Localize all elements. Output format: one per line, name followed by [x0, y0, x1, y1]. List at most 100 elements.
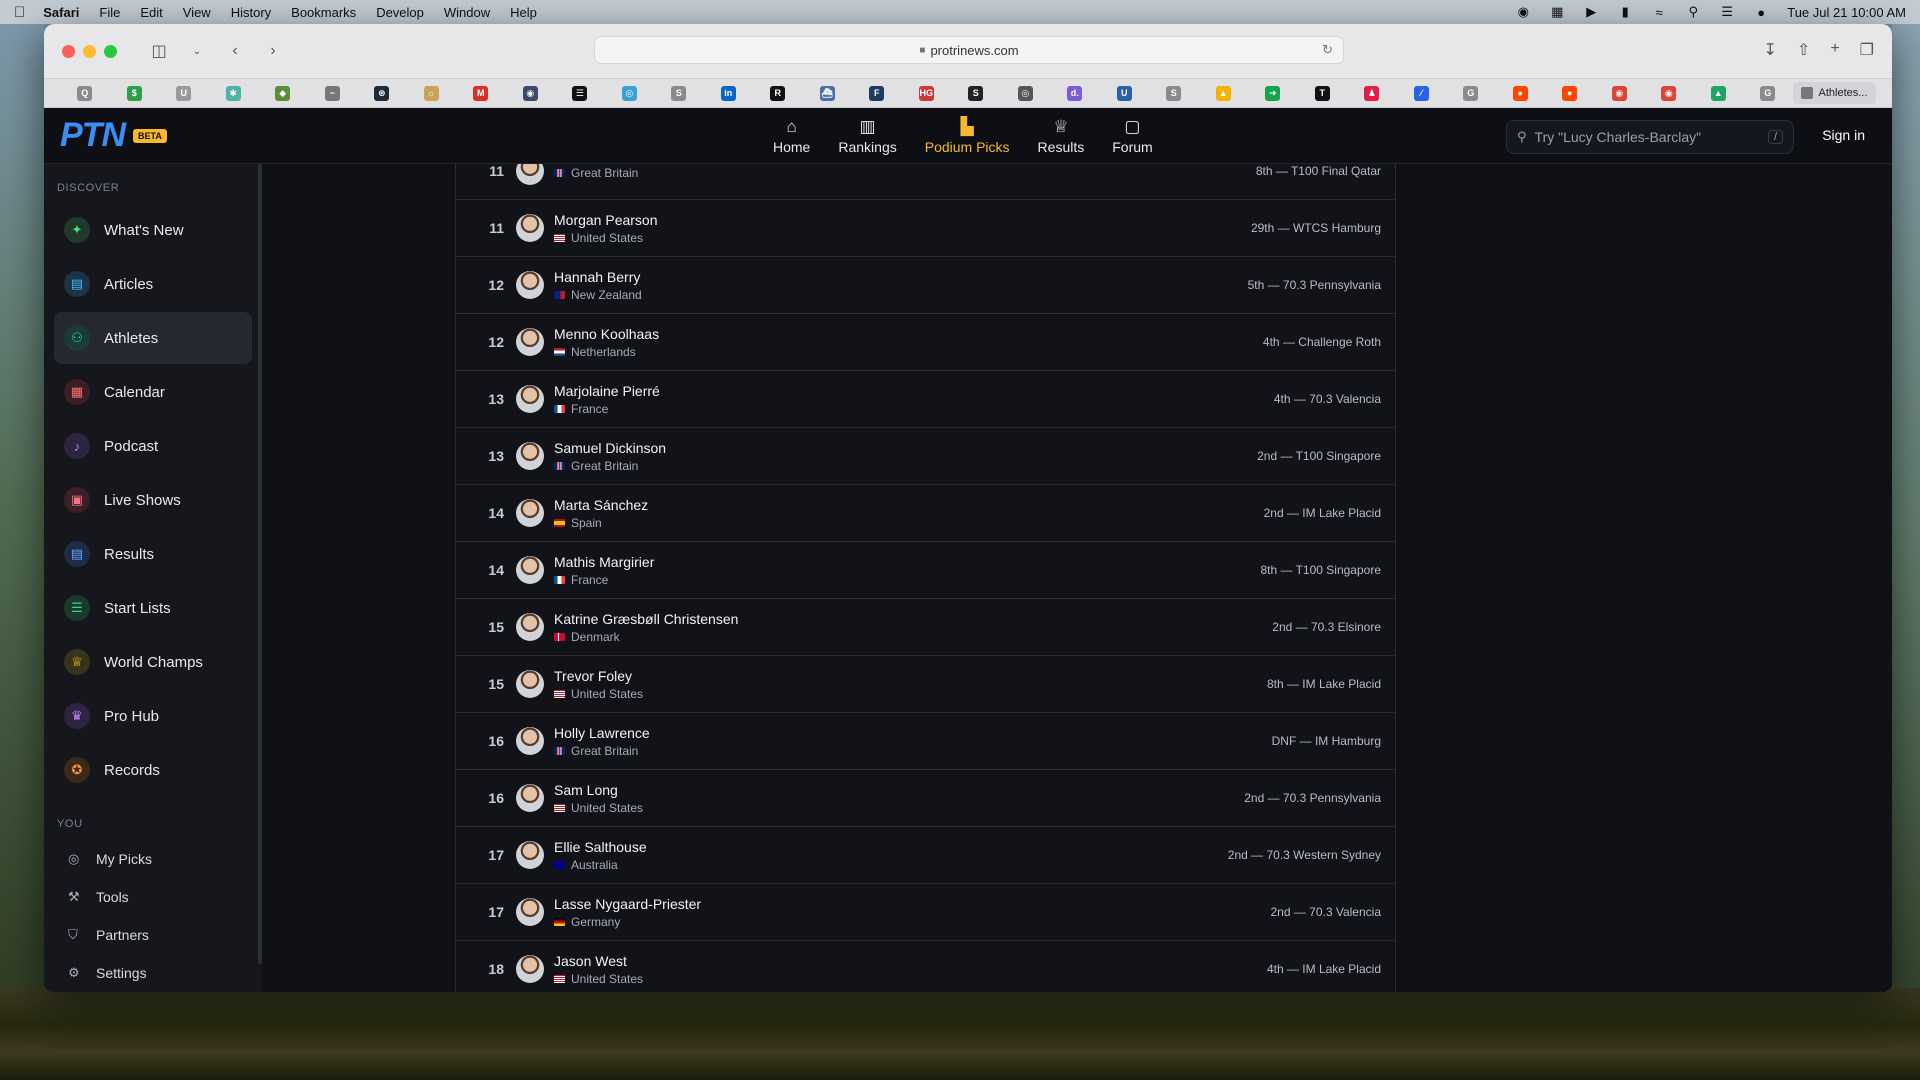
- favorite-item[interactable]: ⁄: [1397, 79, 1447, 108]
- table-row[interactable]: 13 Samuel Dickinson Great Britain 2nd — T10…: [456, 428, 1395, 485]
- battery-icon[interactable]: ▮: [1617, 4, 1633, 19]
- favorite-item[interactable]: ◆: [258, 79, 308, 108]
- table-row[interactable]: 17 Lasse Nygaard-Priester Germany 2nd — 70.…: [456, 884, 1395, 941]
- menu-view[interactable]: View: [183, 5, 211, 20]
- table-row[interactable]: 14 Marta Sánchez Spain 2nd — IM Lake Placid: [456, 485, 1395, 542]
- play-icon[interactable]: ▶: [1583, 4, 1599, 19]
- athlete-name[interactable]: Katrine Græsbøll Christensen: [554, 611, 738, 627]
- favorite-item[interactable]: $: [110, 79, 160, 108]
- address-bar[interactable]: ■ protrinews.com ↻: [594, 36, 1344, 64]
- back-icon[interactable]: ‹: [221, 42, 249, 60]
- new-tab-icon[interactable]: +: [1830, 40, 1839, 60]
- sidebar-item-my-picks[interactable]: ◎ My Picks: [54, 840, 252, 878]
- table-row[interactable]: 11 Morgan Pearson United States 29th — WTCS…: [456, 200, 1395, 257]
- nav-results[interactable]: ♕ Results: [1024, 108, 1099, 164]
- table-row[interactable]: 15 Katrine Græsbøll Christensen Denmark 2nd…: [456, 599, 1395, 656]
- favorite-item[interactable]: ◉: [506, 79, 556, 108]
- menu-edit[interactable]: Edit: [140, 5, 162, 20]
- athlete-name[interactable]: Menno Koolhaas: [554, 326, 659, 342]
- sidebar-item-athletes[interactable]: ⚇ Athletes: [54, 312, 252, 364]
- nav-forum[interactable]: ▢ Forum: [1098, 108, 1166, 164]
- sidebar-item-tools[interactable]: ⚒ Tools: [54, 878, 252, 916]
- favorite-item[interactable]: U: [159, 79, 209, 108]
- favorite-item[interactable]: F: [852, 79, 902, 108]
- favorite-item[interactable]: ➜: [1248, 79, 1298, 108]
- athlete-name[interactable]: Ellie Salthouse: [554, 839, 647, 855]
- favorite-item[interactable]: S: [951, 79, 1001, 108]
- athlete-name[interactable]: Trevor Foley: [554, 668, 643, 684]
- creative-cloud-icon[interactable]: ◉: [1515, 4, 1531, 19]
- tab-athletes[interactable]: Athletes...: [1792, 82, 1876, 104]
- chevron-down-icon[interactable]: ⌄: [183, 46, 211, 57]
- sidebar-item-pro-hub[interactable]: ♛ Pro Hub: [54, 690, 252, 742]
- athlete-name[interactable]: Jason West: [554, 953, 643, 969]
- favorite-item[interactable]: −: [308, 79, 358, 108]
- favorite-item[interactable]: T: [1298, 79, 1348, 108]
- nav-home[interactable]: ⌂ Home: [759, 108, 824, 164]
- minimize-window-button[interactable]: [83, 44, 96, 58]
- share-icon[interactable]: ⇧: [1797, 40, 1810, 60]
- favorite-item[interactable]: HG: [902, 79, 952, 108]
- apple-icon[interactable]: : [14, 4, 25, 21]
- sidebar-item-start-lists[interactable]: ☰ Start Lists: [54, 582, 252, 634]
- favorite-item[interactable]: R: [753, 79, 803, 108]
- favorite-item[interactable]: ⊛: [357, 79, 407, 108]
- athlete-name[interactable]: Mathis Margirier: [554, 554, 654, 570]
- sidebar-item-partners[interactable]: ⛉ Partners: [54, 916, 252, 954]
- sidebar-item-settings[interactable]: ⚙ Settings: [54, 954, 252, 992]
- spotlight-search-icon[interactable]: ⚲: [1685, 4, 1701, 19]
- table-row[interactable]: 12 Menno Koolhaas Netherlands 4th — Challen…: [456, 314, 1395, 371]
- nav-podium-picks[interactable]: ▙ Podium Picks: [911, 108, 1024, 164]
- favorite-item[interactable]: ♟: [1347, 79, 1397, 108]
- athlete-name[interactable]: Holly Lawrence: [554, 725, 650, 741]
- menu-app-name[interactable]: Safari: [43, 5, 79, 20]
- menu-help[interactable]: Help: [510, 5, 537, 20]
- menu-window[interactable]: Window: [444, 5, 490, 20]
- ptn-logo[interactable]: PTN BETA: [60, 116, 167, 155]
- wifi-icon[interactable]: ≈: [1651, 5, 1667, 20]
- menu-develop[interactable]: Develop: [376, 5, 424, 20]
- favorite-item[interactable]: ◎: [605, 79, 655, 108]
- favorite-item[interactable]: ☼: [407, 79, 457, 108]
- sidebar-item-calendar[interactable]: ▦ Calendar: [54, 366, 252, 418]
- menu-file[interactable]: File: [99, 5, 120, 20]
- favorite-item[interactable]: S: [654, 79, 704, 108]
- sidebar-item-world-champs[interactable]: ♕ World Champs: [54, 636, 252, 688]
- sidebar-item-what-s-new[interactable]: ✦ What's New: [54, 204, 252, 256]
- sidebar-item-results[interactable]: ▤ Results: [54, 528, 252, 580]
- athlete-name[interactable]: Hannah Berry: [554, 269, 642, 285]
- table-row[interactable]: 17 Ellie Salthouse Australia 2nd — 70.3 Wes…: [456, 827, 1395, 884]
- close-window-button[interactable]: [62, 44, 75, 58]
- athlete-name[interactable]: Marta Sánchez: [554, 497, 648, 513]
- favorite-item[interactable]: d.: [1050, 79, 1100, 108]
- favorite-item[interactable]: ●: [1496, 79, 1546, 108]
- download-icon[interactable]: ↧: [1764, 40, 1777, 60]
- favorite-item[interactable]: ▲: [1694, 79, 1744, 108]
- favorite-item[interactable]: ◎: [1001, 79, 1051, 108]
- tab-overview-icon[interactable]: ❐: [1860, 40, 1874, 60]
- table-row[interactable]: 15 Trevor Foley United States 8th — IM Lake…: [456, 656, 1395, 713]
- athlete-name[interactable]: Marjolaine Pierré: [554, 383, 660, 399]
- favorite-item[interactable]: G: [1743, 79, 1793, 108]
- table-row[interactable]: 16 Holly Lawrence Great Britain DNF — IM Ha…: [456, 713, 1395, 770]
- table-row[interactable]: 13 Marjolaine Pierré France 4th — 70.3 Vale…: [456, 371, 1395, 428]
- favorite-item[interactable]: S: [1149, 79, 1199, 108]
- favorite-item[interactable]: ⛴: [803, 79, 853, 108]
- nav-rankings[interactable]: ▥ Rankings: [824, 108, 910, 164]
- favorite-item[interactable]: U: [1100, 79, 1150, 108]
- sign-in-link[interactable]: Sign in: [1822, 127, 1865, 143]
- favorite-item[interactable]: ☰: [555, 79, 605, 108]
- table-row[interactable]: 12 Hannah Berry New Zealand 5th — 70.3 Penn…: [456, 257, 1395, 314]
- favorite-item[interactable]: ●: [1545, 79, 1595, 108]
- zoom-window-button[interactable]: [104, 44, 117, 58]
- search-input[interactable]: ⚲ Try "Lucy Charles-Barclay" /: [1506, 120, 1794, 154]
- favorite-item[interactable]: M: [456, 79, 506, 108]
- sidebar-item-podcast[interactable]: ♪ Podcast: [54, 420, 252, 472]
- favorite-item[interactable]: in: [704, 79, 754, 108]
- favorite-item[interactable]: ◉: [1595, 79, 1645, 108]
- favorite-item[interactable]: ✱: [209, 79, 259, 108]
- sidebar-item-articles[interactable]: ▤ Articles: [54, 258, 252, 310]
- reload-icon[interactable]: ↻: [1322, 42, 1333, 58]
- favorite-item[interactable]: ◉: [1644, 79, 1694, 108]
- athlete-name[interactable]: Lasse Nygaard-Priester: [554, 896, 701, 912]
